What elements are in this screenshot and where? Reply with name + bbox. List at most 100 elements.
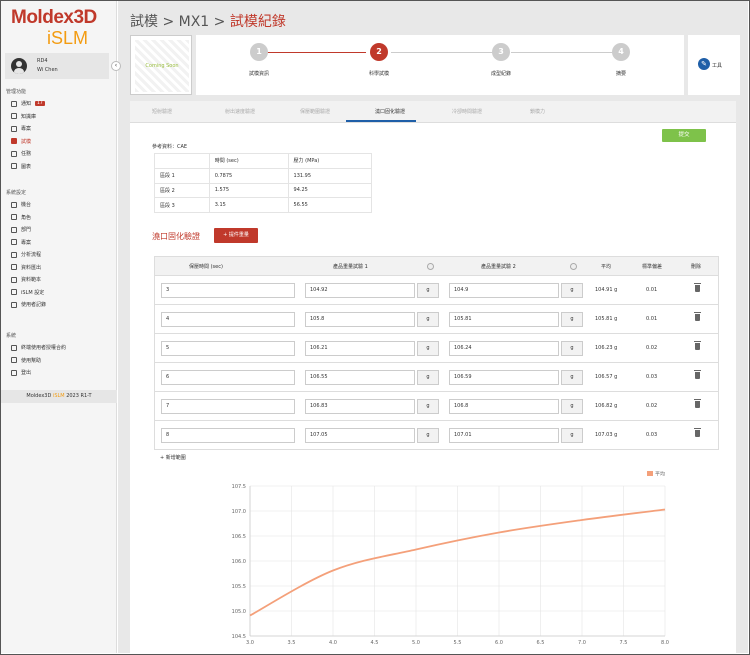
breadcrumb-trial[interactable]: 試模 — [130, 14, 158, 30]
sidebar-item-items2-5[interactable]: 資料匯出 — [11, 264, 41, 271]
weight-trial2-input[interactable]: 106.8 — [449, 399, 559, 414]
sidebar-item-items2-6[interactable]: 資料範本 — [11, 276, 41, 283]
sidebar-item-items2-0[interactable]: 機台 — [11, 201, 31, 208]
user-name: Wi Chen — [37, 67, 58, 73]
tab-cooling-time[interactable]: 冷卻時間驗證 — [452, 108, 482, 115]
y-tick-label: 106.5 — [232, 534, 246, 540]
trash-icon[interactable] — [694, 341, 701, 350]
trash-icon[interactable] — [694, 283, 701, 292]
sidebar-item-label: 使用者記錄 — [21, 302, 47, 308]
breadcrumb-sep: > — [162, 14, 175, 30]
submit-button[interactable]: 提交 — [662, 129, 706, 142]
weight-trial2-input[interactable]: 104.9 — [449, 283, 559, 298]
packing-time-input[interactable]: 6 — [161, 370, 295, 385]
sidebar-item-items2-8[interactable]: 使用者記錄 — [11, 301, 46, 308]
logo: Moldex3D iSLM — [11, 7, 97, 48]
trash-icon[interactable] — [694, 312, 701, 321]
sidebar-item-items3-0[interactable]: 終端使用者授權合約 — [11, 344, 66, 351]
sidebar-item-items2-2[interactable]: 部門 — [11, 226, 31, 233]
nav-section-title: 系統設定 — [6, 190, 27, 196]
trash-icon[interactable] — [694, 370, 701, 379]
weight-trial1-input[interactable]: 104.92 — [305, 283, 415, 298]
packing-time-input[interactable]: 3 — [161, 283, 295, 298]
tool-card[interactable]: ✎ 工具 — [688, 35, 740, 95]
nav-icon — [11, 226, 17, 233]
weight-trial2-input[interactable]: 105.81 — [449, 312, 559, 327]
weight-trial1-input[interactable]: 106.83 — [305, 399, 415, 414]
table-row: 5 106.21 g 106.24 g 106.23 g 0.02 — [154, 334, 719, 363]
ref-cell: 131.95 — [287, 167, 373, 184]
sidebar-item-items2-1[interactable]: 角色 — [11, 214, 31, 221]
x-tick-label: 4.0 — [329, 640, 337, 646]
step-3[interactable]: 3 成型紀錄 — [471, 43, 531, 77]
info-icon[interactable] — [427, 263, 434, 270]
weight-trial2-input[interactable]: 106.59 — [449, 370, 559, 385]
notification-badge: 17 — [35, 101, 45, 106]
user-card[interactable]: RD4 Wi Chen — [5, 53, 109, 79]
breadcrumb-current: 試模紀錄 — [229, 14, 286, 30]
sidebar-item-items1-3[interactable]: 試模 — [11, 138, 31, 145]
nav-icon — [11, 251, 17, 258]
collapse-sidebar-button[interactable]: ‹ — [111, 61, 121, 71]
weight-grid: 保壓時間 (sec) 產品重量試驗 1 產品重量試驗 2 平均 標準偏差 刪除 … — [154, 256, 719, 450]
unit-label: g — [417, 341, 439, 356]
x-tick-label: 5.0 — [412, 640, 420, 646]
sidebar-item-items3-1[interactable]: 使用幫助 — [11, 357, 41, 364]
tab-short-shot[interactable]: 短射驗證 — [152, 108, 172, 115]
sidebar-item-items2-4[interactable]: 分析流程 — [11, 251, 41, 258]
reference-label: 參考資料：CAE — [152, 144, 188, 150]
sidebar-item-items1-4[interactable]: 任務 — [11, 150, 31, 157]
sidebar-item-items2-3[interactable]: 專案 — [11, 239, 31, 246]
trash-icon[interactable] — [694, 399, 701, 408]
add-range-button[interactable]: + 新增範圍 — [160, 454, 186, 461]
sidebar-item-label: 通知 — [21, 101, 32, 107]
breadcrumb: 試模 > MX1 > 試模紀錄 — [130, 11, 286, 31]
ref-cell: 1.575 — [208, 182, 289, 199]
nav-icon — [11, 100, 17, 107]
sidebar-item-items1-0[interactable]: 通知 17 — [11, 100, 45, 107]
y-tick-label: 107.0 — [232, 509, 246, 515]
sidebar-item-items1-5[interactable]: 圖表 — [11, 163, 31, 170]
tab-gate-freeze[interactable]: 澆口固化驗證 — [375, 108, 405, 115]
table-row: 6 106.55 g 106.59 g 106.57 g 0.03 — [154, 363, 719, 392]
unit-label: g — [417, 370, 439, 385]
nav-icon — [11, 369, 17, 376]
sidebar-item-label: 登出 — [21, 370, 32, 376]
tab-packing-range[interactable]: 保壓範圍驗證 — [300, 108, 330, 115]
packing-time-input[interactable]: 7 — [161, 399, 295, 414]
weight-trial1-input[interactable]: 105.8 — [305, 312, 415, 327]
weight-trial2-input[interactable]: 106.24 — [449, 341, 559, 356]
x-tick-label: 7.0 — [578, 640, 586, 646]
weight-trial1-input[interactable]: 106.21 — [305, 341, 415, 356]
sidebar-item-items2-7[interactable]: iSLM 設定 — [11, 289, 44, 296]
tab-clamp-force[interactable]: 鎖模力 — [530, 108, 545, 115]
weight-trial1-input[interactable]: 107.05 — [305, 428, 415, 443]
tab-injection-speed[interactable]: 射出速度驗證 — [225, 108, 255, 115]
weight-trial2-input[interactable]: 107.01 — [449, 428, 559, 443]
step-1[interactable]: 1 試模資訊 — [229, 43, 289, 77]
info-icon[interactable] — [570, 263, 577, 270]
packing-time-input[interactable]: 4 — [161, 312, 295, 327]
weight-trial1-input[interactable]: 106.55 — [305, 370, 415, 385]
sidebar-item-label: 任務 — [21, 151, 32, 157]
sidebar-item-items3-2[interactable]: 登出 — [11, 369, 31, 376]
ref-header: 時間 (sec) — [208, 153, 289, 169]
packing-time-input[interactable]: 5 — [161, 341, 295, 356]
step-2[interactable]: 2 科學試模 — [349, 43, 409, 77]
breadcrumb-mold[interactable]: MX1 — [179, 14, 210, 30]
trash-icon[interactable] — [694, 428, 701, 437]
sidebar-item-items1-2[interactable]: 專案 — [11, 125, 31, 132]
nav-section-title: 管理功能 — [6, 89, 27, 95]
sidebar-item-label: 試模 — [21, 138, 32, 145]
add-weight-button[interactable]: + 提件重量 — [214, 228, 258, 243]
nav-icon — [11, 301, 17, 308]
sidebar-item-items1-1[interactable]: 知識庫 — [11, 113, 36, 120]
ref-header: 壓力 (MPa) — [287, 153, 373, 169]
packing-time-input[interactable]: 8 — [161, 428, 295, 443]
brand-main: Moldex3D — [11, 7, 97, 28]
nav-icon — [11, 163, 17, 169]
grid-header-w1: 產品重量試驗 1 — [333, 264, 368, 270]
table-row: 7 106.83 g 106.8 g 106.82 g 0.02 — [154, 392, 719, 421]
average-weight-chart: 104.5 105.0 105.5 106.0 106.5 107.0 107.5 3.0 3.… — [232, 471, 669, 647]
step-4[interactable]: 4 摘要 — [591, 43, 651, 77]
